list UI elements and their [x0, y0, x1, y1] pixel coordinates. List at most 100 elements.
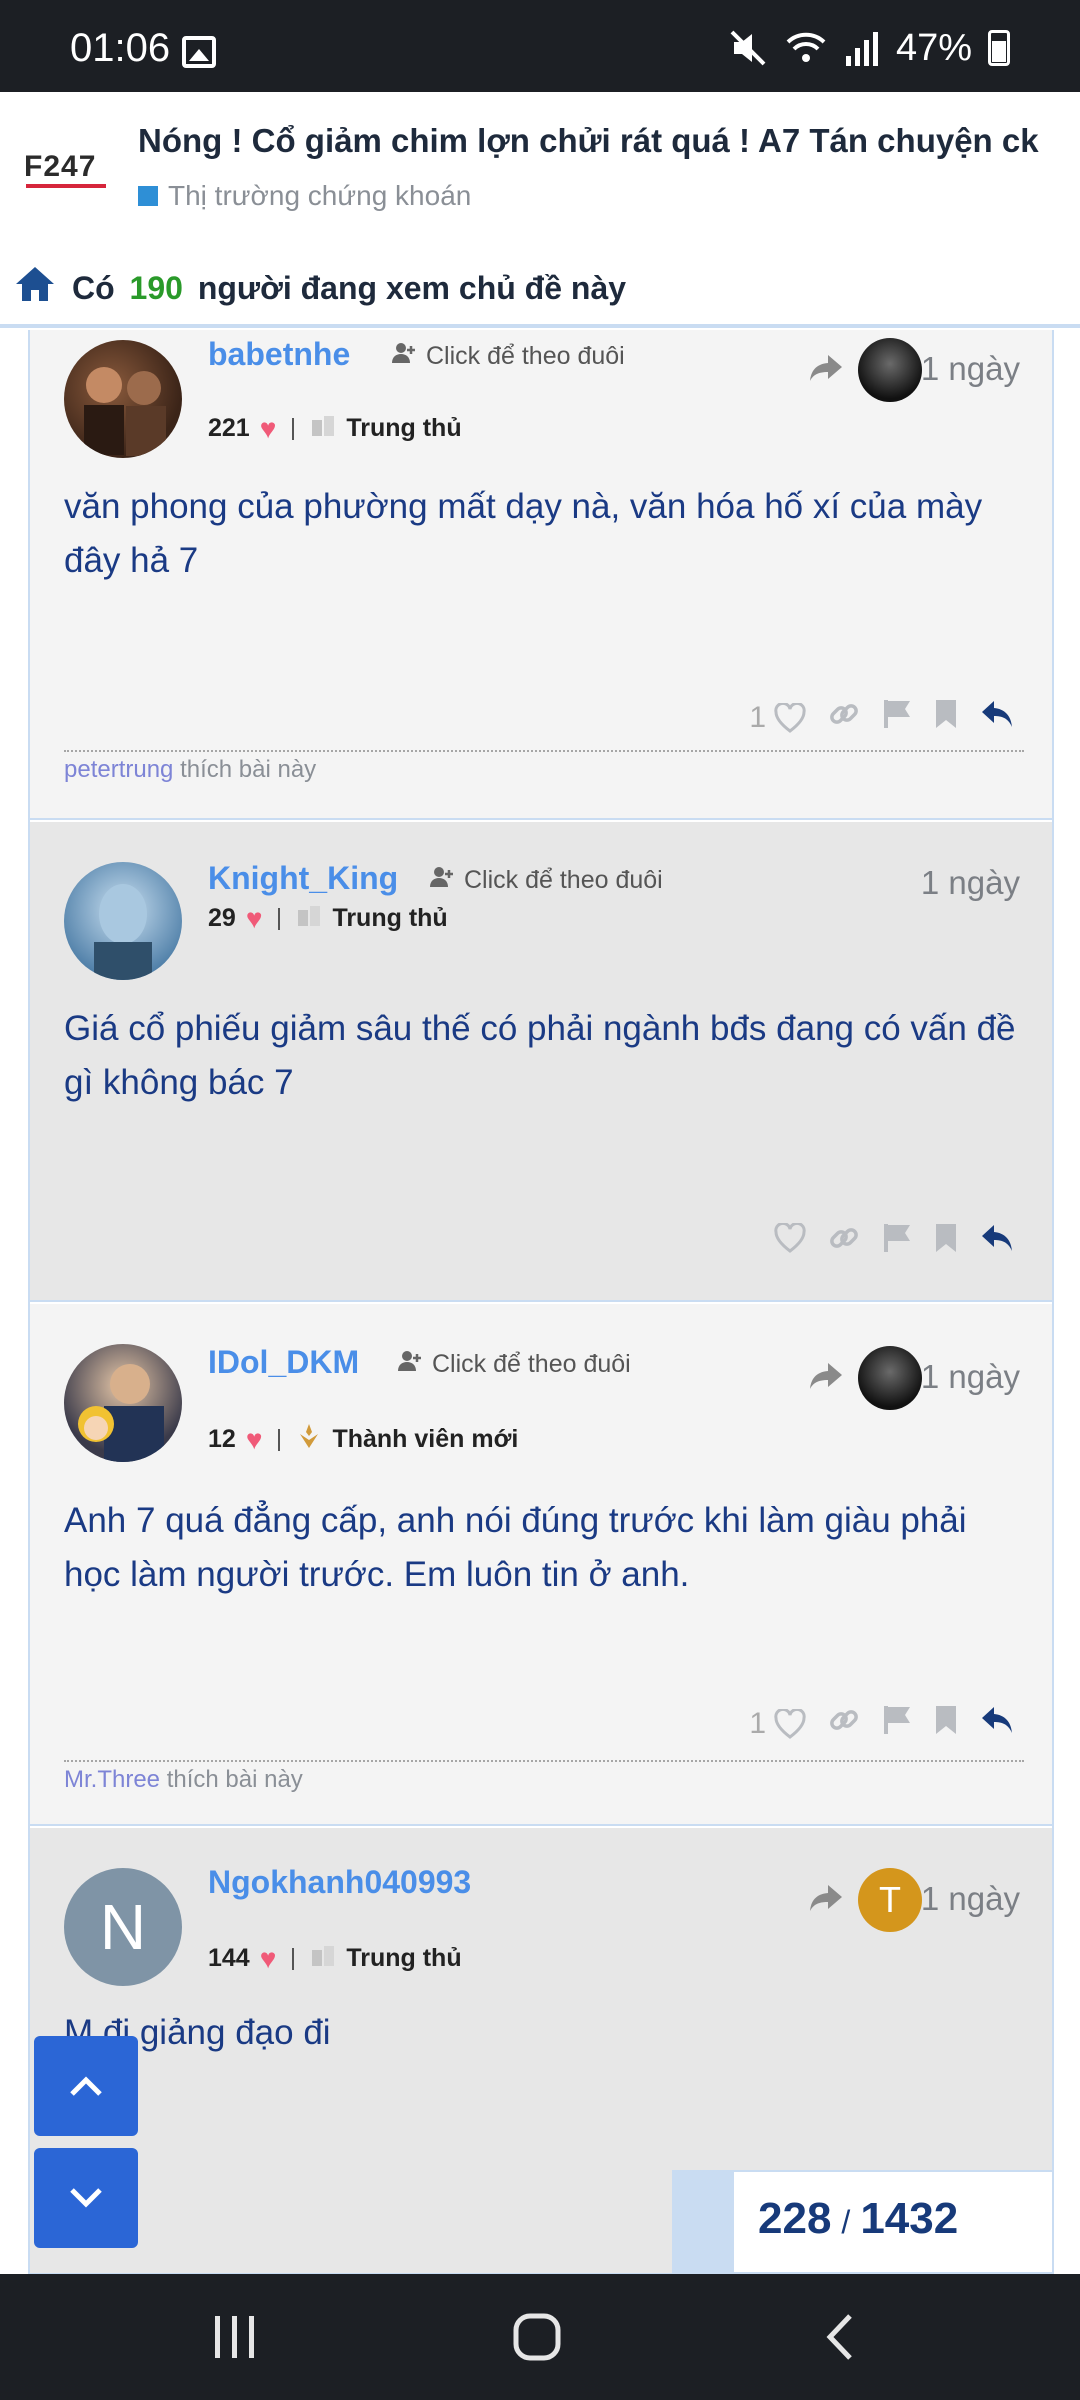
username[interactable]: babetnhe — [208, 336, 350, 373]
heart-icon: ♥ — [259, 412, 277, 444]
flag-icon[interactable] — [882, 1222, 912, 1262]
follow-icon — [398, 1350, 422, 1379]
post-time[interactable]: 1 ngày — [921, 864, 1020, 902]
like-button[interactable]: 1 — [749, 1707, 806, 1741]
avatar[interactable] — [64, 340, 182, 458]
bookmark-icon[interactable] — [934, 698, 958, 738]
reply-icon[interactable] — [980, 699, 1014, 737]
post-time[interactable]: 1 ngày — [921, 1358, 1020, 1396]
chevron-down-icon — [70, 2188, 102, 2208]
flag-icon[interactable] — [882, 698, 912, 738]
total-posts: 1432 — [860, 2194, 959, 2243]
heart-icon: ♥ — [245, 902, 263, 934]
avatar[interactable] — [64, 862, 182, 980]
viewer-count: 190 — [129, 270, 183, 306]
status-icons: 47% — [728, 26, 1010, 70]
link-icon[interactable] — [828, 698, 860, 738]
heart-count: 221 — [208, 414, 250, 442]
avatar[interactable] — [64, 1344, 182, 1462]
post-actions: 1 — [749, 1704, 1014, 1744]
recent-apps-icon[interactable] — [212, 2312, 258, 2367]
post-time[interactable]: 1 ngày — [921, 1880, 1020, 1918]
forum-category[interactable]: Thị trường chứng khoán — [138, 180, 471, 212]
bookmark-icon[interactable] — [934, 1704, 958, 1744]
follow-button[interactable]: Click để theo đuôi — [430, 866, 663, 895]
post-position-indicator[interactable]: 228/1432 — [672, 2170, 1054, 2274]
post: IDol_DKM Click để theo đuôi 1 ngày 12 ♥ … — [30, 1304, 1052, 1826]
username[interactable]: Ngokhanh040993 — [208, 1864, 471, 1901]
rank-icon — [310, 412, 336, 445]
progress-bar — [674, 2172, 734, 2272]
logo-text: F247 — [24, 150, 97, 183]
rank-icon — [310, 1942, 336, 1975]
username[interactable]: IDol_DKM — [208, 1344, 359, 1381]
thread-title[interactable]: Nóng ! Cổ giảm chim lợn chửi rát quá ! A… — [138, 122, 1039, 160]
user-meta: 29 ♥ Trung thủ — [208, 902, 448, 935]
like-button[interactable]: 1 — [749, 701, 806, 735]
reply-icon[interactable] — [980, 1223, 1014, 1261]
post-actions — [774, 1221, 1014, 1262]
status-time: 01:06 — [70, 26, 171, 70]
viewers-text: Có 190 người đang xem chủ đề này — [72, 270, 627, 306]
flag-icon[interactable] — [882, 1704, 912, 1744]
battery-icon — [988, 30, 1010, 66]
avatar-letter: N — [99, 1891, 147, 1963]
share-icon[interactable] — [808, 353, 844, 388]
system-nav-bar — [0, 2274, 1080, 2400]
heart-icon: ♥ — [245, 1423, 263, 1455]
post-time[interactable]: 1 ngày — [921, 350, 1020, 388]
likes-summary: Mr.Three thích bài này — [64, 1760, 1024, 1794]
reply-icon[interactable] — [980, 1705, 1014, 1743]
user-rank: Trung thủ — [346, 1944, 462, 1972]
heart-icon: ♥ — [259, 1942, 277, 1974]
username[interactable]: Knight_King — [208, 860, 398, 897]
heart-count: 12 — [208, 1425, 236, 1453]
forum-category-label: Thị trường chứng khoán — [168, 180, 472, 211]
post-content: văn phong của phường mất dạy nà, văn hóa… — [64, 487, 983, 580]
liked-by-user[interactable]: petertrung — [64, 756, 173, 783]
like-count: 1 — [749, 701, 766, 734]
rank-icon — [296, 902, 322, 935]
liked-by-user[interactable]: Mr.Three — [64, 1766, 160, 1793]
follow-button[interactable]: Click để theo đuôi — [392, 342, 625, 371]
home-icon[interactable] — [14, 264, 56, 309]
bookmark-icon[interactable] — [934, 1222, 958, 1262]
category-color-icon — [138, 186, 158, 206]
user-meta: 221 ♥ Trung thủ — [208, 412, 462, 445]
post-content: Giá cổ phiếu giảm sâu thế có phải ngành … — [64, 1009, 1016, 1102]
like-button[interactable] — [774, 1221, 806, 1261]
post: Knight_King Click để theo đuôi 1 ngày 29… — [30, 822, 1052, 1302]
gallery-notification-icon — [182, 36, 216, 68]
current-post-number: 228 — [758, 2194, 832, 2243]
share-icon[interactable] — [808, 1883, 844, 1918]
user-rank: Thành viên mới — [332, 1425, 519, 1453]
home-nav-icon[interactable] — [512, 2312, 562, 2367]
follow-button[interactable]: Click để theo đuôi — [398, 1350, 631, 1379]
scroll-down-button[interactable] — [34, 2148, 138, 2248]
site-logo[interactable]: F247 — [24, 150, 110, 190]
reply-to-avatar[interactable] — [858, 1346, 922, 1410]
back-nav-icon[interactable] — [822, 2312, 856, 2367]
link-icon[interactable] — [828, 1704, 860, 1744]
link-icon[interactable] — [828, 1222, 860, 1262]
heart-count: 29 — [208, 904, 236, 932]
avatar[interactable]: N — [64, 1868, 182, 1986]
reply-to-avatar[interactable]: T — [858, 1868, 922, 1932]
heart-count: 144 — [208, 1944, 250, 1972]
reply-to-avatar[interactable] — [858, 338, 922, 402]
user-rank: Trung thủ — [332, 904, 448, 932]
follow-icon — [430, 866, 454, 895]
follow-icon — [392, 342, 416, 371]
battery-percent: 47% — [895, 26, 972, 69]
mute-icon — [728, 28, 768, 68]
chevron-up-icon — [70, 2076, 102, 2096]
user-meta: 12 ♥ Thành viên mới — [208, 1422, 518, 1457]
heart-outline-icon — [774, 1221, 806, 1253]
share-icon[interactable] — [808, 1361, 844, 1396]
heart-outline-icon — [774, 703, 806, 733]
status-bar: 01:06 47% — [0, 0, 1080, 92]
like-count: 1 — [749, 1707, 766, 1740]
heart-outline-icon — [774, 1709, 806, 1739]
scroll-up-button[interactable] — [34, 2036, 138, 2136]
post-actions: 1 — [749, 698, 1014, 738]
